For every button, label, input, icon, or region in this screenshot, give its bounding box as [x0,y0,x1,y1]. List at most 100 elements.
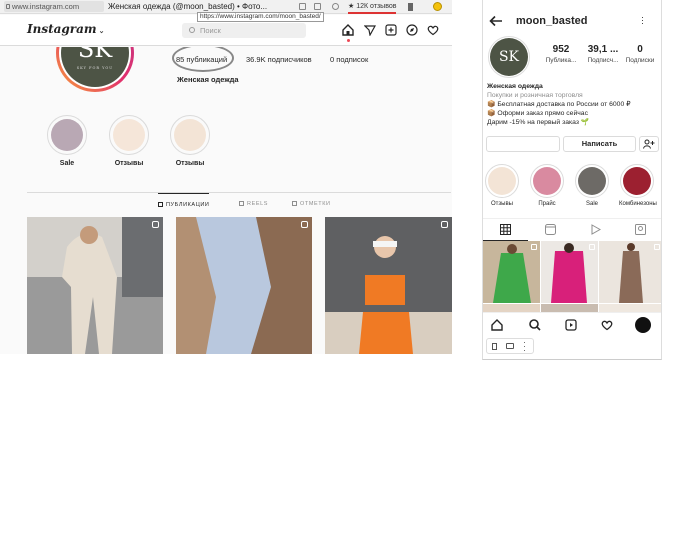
url-tooltip: https://www.instagram.com/moon_basted/ [197,12,324,22]
reviews-badge[interactable]: ★ 12К отзывов [348,1,397,14]
search-icon[interactable] [529,319,541,331]
suggest-button[interactable] [639,136,659,152]
chat-icon[interactable] [332,3,339,10]
carousel-icon [441,221,448,228]
carousel-icon [589,244,595,250]
highlight-reviews[interactable]: Отзывы [109,115,149,167]
home-icon[interactable] [342,24,354,36]
profile-tabs: ПУБЛИКАЦИИ REELS ОТМЕТКИ [27,192,451,212]
highlight-cover [488,167,516,195]
desktop-screenshot: www.instagram.com Женская одежда (@moon_… [0,0,452,354]
tab-posts[interactable]: ПУБЛИКАЦИИ [158,193,210,213]
add-person-icon [643,139,655,149]
share-icon[interactable] [314,3,321,10]
carousel-icon [152,221,159,228]
message-button[interactable]: Написать [563,136,636,152]
highlight-reviews[interactable]: Отзывы [484,164,520,207]
carousel-icon [654,244,660,250]
new-post-icon[interactable] [385,24,397,36]
post-image [541,241,598,303]
lock-icon [6,4,10,9]
reels-icon[interactable] [565,319,577,331]
highlight-jumpsuits[interactable]: Комбинезоны [619,164,657,207]
post-image [176,217,312,354]
profile-avatar[interactable]: SK SKY FOR YOU [56,47,134,92]
carousel-icon [301,221,308,228]
profile-avatar[interactable]: SK [488,36,530,78]
tab-reels[interactable]: REELS [239,193,268,213]
back-arrow-icon[interactable] [489,15,503,27]
play-icon [591,224,601,235]
heart-icon[interactable] [427,24,439,36]
profile-bio: Женская одежда Покупки и розничная торго… [487,83,631,126]
highlight-label: Отзывы [114,160,144,167]
tab-tagged[interactable] [618,219,661,241]
tab-posts[interactable] [483,219,528,241]
following-count[interactable]: 0 подписок [330,55,368,64]
highlight-label: Отзывы [175,160,205,167]
username: moon_basted [516,15,588,27]
tab-title[interactable]: Женская одежда (@moon_basted) • Фото... [108,1,267,12]
mobile-screenshot: moon_basted · · · SK 952 Публика... 39,1 ..… [482,0,662,360]
heart-icon[interactable] [601,319,613,331]
more-icon[interactable]: · · · [523,338,526,355]
green-dress-post[interactable] [483,241,540,303]
post-image [27,217,163,354]
brown-dress-post[interactable] [599,241,661,303]
highlight-label: Отзывы [491,201,513,207]
orange-set-post[interactable] [325,217,452,354]
follow-button[interactable] [486,136,560,152]
tag-icon [635,224,646,235]
camera-icon[interactable] [506,343,514,349]
blue-tracksuit-post[interactable] [176,217,312,354]
beige-tracksuit-post[interactable] [27,217,163,354]
highlight-cover [533,167,561,195]
highlight-label: Прайс [538,201,556,207]
highlight-sale[interactable]: Sale [47,115,87,167]
profile-avatar-icon[interactable] [635,317,651,333]
address-bar[interactable]: www.instagram.com [4,1,104,12]
translate-icon[interactable] [299,3,306,10]
instagram-logo[interactable]: Instagram ⌄ [27,22,104,36]
beige-post[interactable] [541,304,598,312]
highlight-price[interactable]: Прайс [529,164,565,207]
following-stat[interactable]: 0 Подписки [618,44,661,64]
posts-stat[interactable]: 952 Публика... [539,44,583,64]
mini-toolbar: · · · [486,338,534,355]
pink-suit-post[interactable] [541,241,598,303]
search-icon [189,27,195,33]
home-icon[interactable] [491,319,503,331]
post-image [599,241,661,303]
highlight-cover [578,167,606,195]
extension-icon[interactable] [433,2,442,11]
bookmark-icon[interactable] [492,343,497,350]
tab-feed[interactable] [528,219,573,241]
grid-icon [158,202,163,207]
hand-drawn-circle-annotation [172,47,234,72]
followers-count[interactable]: 36.9K подписчиков [246,55,312,64]
highlight-reviews-2[interactable]: Отзывы [170,115,210,167]
reels-icon [239,201,244,206]
tab-reels[interactable] [573,219,618,241]
tab-tagged[interactable]: ОТМЕТКИ [292,193,331,213]
highlight-cover [174,119,206,151]
highlight-label: Sale [59,160,75,167]
search-input[interactable]: Поиск [182,23,306,38]
direct-icon[interactable] [364,24,376,36]
highlight-sale[interactable]: Sale [574,164,610,207]
highlight-label: Комбинезоны [619,201,657,207]
chevron-down-icon[interactable]: ⌄ [99,26,105,35]
white-post[interactable] [599,304,661,312]
notification-dot [347,39,350,42]
bookmark-icon[interactable] [408,3,413,11]
explore-icon[interactable] [406,24,418,36]
search-placeholder: Поиск [200,26,221,35]
url-text: www.instagram.com [12,2,80,11]
more-options-icon[interactable]: · · · [641,13,645,28]
light-post[interactable] [483,304,540,312]
post-image [483,241,540,303]
carousel-icon [531,244,537,250]
grid-icon [500,224,511,235]
highlight-cover [623,167,651,195]
profile-area: SK SKY FOR YOU 85 публикаций 36.9K подпис… [0,47,452,354]
